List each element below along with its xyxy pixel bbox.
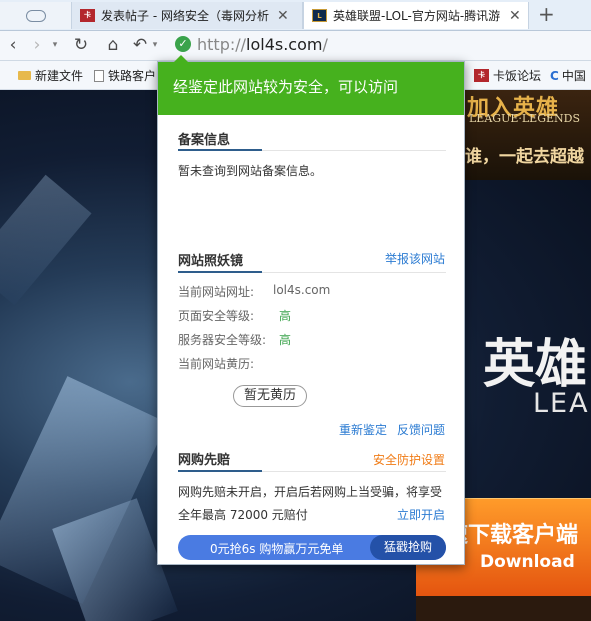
url-path: /	[322, 35, 328, 54]
download-label: Download	[480, 552, 575, 572]
bookmark-kafan[interactable]: 卡 卡饭论坛	[474, 67, 541, 84]
section-divider	[178, 149, 446, 151]
tab-strip: 卡 发表帖子 - 网络安全（毒网分析 ✕ L 英雄联盟-LOL-官方网站-腾讯游…	[0, 0, 591, 31]
reidentify-link[interactable]: 重新鉴定	[339, 421, 387, 438]
enable-now-link[interactable]: 立即开启	[397, 506, 445, 523]
grab-deal-button[interactable]: 猛戳抢购	[370, 535, 446, 560]
section-divider	[178, 271, 446, 273]
no-almanac-badge: 暂无黄历	[233, 385, 307, 407]
cloud-icon	[25, 9, 46, 22]
chevron-down-icon[interactable]: ▾	[150, 34, 160, 56]
record-info-text: 暂未查询到网站备案信息。	[178, 164, 323, 178]
shopping-protection-text: 网购先赔未开启，开启后若网购上当受骗，将享受	[178, 485, 443, 499]
url-protocol: http://	[197, 35, 247, 54]
feedback-link[interactable]: 反馈问题	[397, 421, 445, 438]
page-icon	[94, 69, 104, 82]
tab-forum-post[interactable]: 卡 发表帖子 - 网络安全（毒网分析 ✕	[72, 2, 303, 29]
tab-label: 发表帖子 - 网络安全（毒网分析	[101, 9, 269, 23]
ice-crystal-graphic	[0, 174, 92, 306]
address-bar[interactable]: http://lol4s.com/	[197, 35, 328, 54]
bookmark-label: 中国	[561, 69, 586, 83]
undo-icon[interactable]: ↶	[130, 34, 150, 56]
shopping-protection-title: 网购先赔	[178, 453, 231, 468]
site-security-popup: 经鉴定此网站较为安全，可以访问 备案信息 暂未查询到网站备案信息。 网站照妖镜 …	[157, 55, 465, 565]
tab-lol-official[interactable]: L 英雄联盟-LOL-官方网站-腾讯游 ✕	[303, 2, 529, 29]
promo-text: 0元抢6s 购物赢万元免单	[210, 542, 344, 556]
site-almanac-label: 当前网站黄历:	[178, 357, 255, 371]
server-security-value: 高	[279, 333, 292, 347]
url-host: lol4s.com	[246, 35, 323, 54]
server-security-label: 服务器安全等级:	[178, 333, 267, 347]
tab-label: 英雄联盟-LOL-官方网站-腾讯游	[333, 9, 501, 23]
banner-slogan: 谁，一起去超越	[465, 147, 584, 167]
hero-title: 英雄	[483, 335, 588, 395]
report-site-link[interactable]: 举报该网站	[385, 250, 445, 267]
forum-favicon-icon: 卡	[80, 9, 95, 22]
reload-icon[interactable]: ↻	[70, 34, 92, 56]
section-divider	[178, 470, 446, 472]
site-url-value: lol4s.com	[273, 283, 331, 297]
close-icon[interactable]: ✕	[509, 8, 521, 24]
popup-pointer	[174, 55, 188, 62]
chevron-down-icon[interactable]: ▾	[50, 34, 60, 56]
home-icon[interactable]: ⌂	[102, 34, 124, 56]
hero-subtitle: LEA	[533, 388, 590, 419]
bookmark-new-folder[interactable]: 新建文件	[18, 67, 83, 84]
folder-icon	[18, 71, 31, 80]
page-security-label: 页面安全等级:	[178, 309, 255, 323]
bookmark-label: 铁路客户	[108, 69, 157, 83]
cloud-tab[interactable]	[0, 2, 72, 29]
bookmark-label: 卡饭论坛	[493, 69, 542, 83]
safety-verdict-header: 经鉴定此网站较为安全，可以访问	[158, 62, 464, 115]
download-footer-strip	[416, 596, 591, 621]
china-logo-icon: C	[550, 68, 559, 83]
bookmark-china[interactable]: C 中国	[550, 67, 586, 84]
security-settings-link[interactable]: 安全防护设置	[373, 451, 445, 468]
forum-favicon-icon: 卡	[474, 69, 489, 82]
site-url-label: 当前网站网址:	[178, 285, 255, 299]
new-tab-plus-icon[interactable]: +	[538, 2, 555, 26]
banner-subtitle: LEAGUE·LEGENDS	[469, 112, 580, 125]
site-mirror-title: 网站照妖镜	[178, 254, 244, 269]
bookmark-label: 新建文件	[35, 69, 84, 83]
forward-arrow-icon[interactable]: ›	[28, 34, 46, 56]
bookmark-railway[interactable]: 铁路客户	[94, 67, 156, 84]
lol-banner[interactable]: 加入英雄 LEAGUE·LEGENDS 谁，一起去超越	[463, 90, 591, 180]
promo-banner[interactable]: 0元抢6s 购物赢万元免单 猛戳抢购	[178, 535, 446, 560]
lol-favicon-icon: L	[312, 9, 327, 22]
page-security-value: 高	[279, 309, 292, 323]
max-compensation-text: 全年最高 72000 元赔付	[178, 508, 308, 522]
record-info-title: 备案信息	[178, 133, 231, 148]
back-arrow-icon[interactable]: ‹	[4, 34, 22, 56]
security-check-icon[interactable]: ✓	[175, 36, 191, 52]
close-icon[interactable]: ✕	[277, 8, 289, 24]
